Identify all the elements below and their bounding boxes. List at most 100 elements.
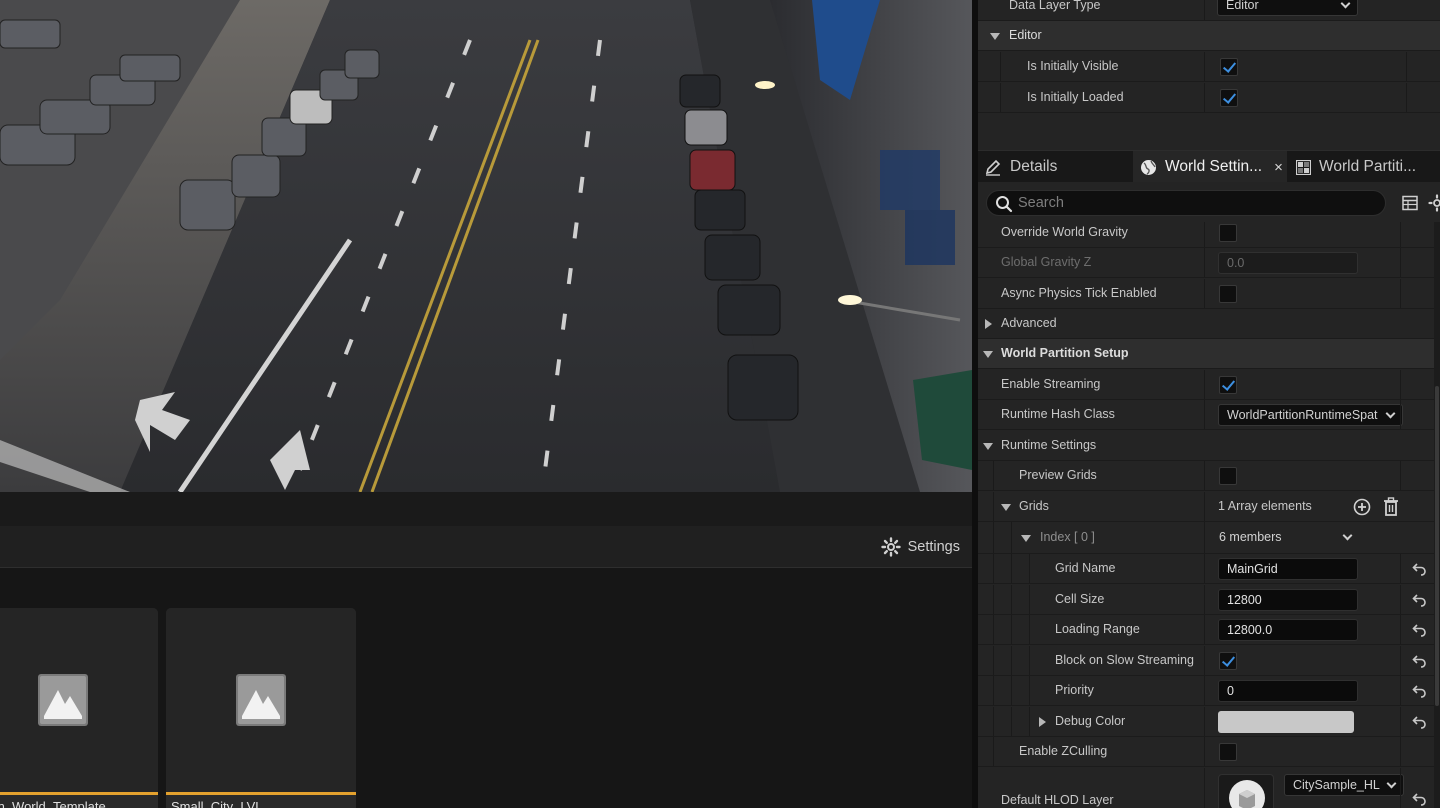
section-editor[interactable]: Editor	[978, 21, 1440, 51]
reset-to-default-icon[interactable]	[1412, 654, 1426, 668]
reset-cell	[1400, 279, 1434, 308]
asset-tile-small-city-lvl[interactable]: Small_City_LVL	[166, 608, 356, 808]
indent-guide	[1029, 585, 1030, 614]
preview-grids-checkbox[interactable]	[1219, 467, 1237, 485]
indent-guide	[1029, 707, 1030, 736]
tab-details[interactable]: Details	[984, 151, 1134, 183]
grid-name-field[interactable]: MainGrid	[1218, 558, 1358, 580]
index-members-value: 6 members	[1219, 530, 1282, 544]
world-settings-details: Override World Gravity Global Gravity Z …	[978, 222, 1440, 808]
chevron-down-icon	[1340, 0, 1351, 9]
close-icon[interactable]: ×	[1274, 159, 1283, 176]
runtime-hash-class-combo[interactable]: WorldPartitionRuntimeSpat	[1218, 404, 1403, 426]
indent-guide	[1029, 554, 1030, 583]
priority-label: Priority	[1055, 683, 1094, 697]
row-loading-range: Loading Range 12800.0	[978, 615, 1440, 645]
reset-to-default-icon[interactable]	[1412, 715, 1426, 729]
level-viewport[interactable]	[0, 0, 972, 492]
enable-streaming-checkbox[interactable]	[1219, 376, 1237, 394]
reset-to-default-icon[interactable]	[1412, 593, 1426, 607]
default-hlod-layer-combo[interactable]: CitySample_HL	[1284, 774, 1404, 796]
indent-guide	[993, 554, 994, 583]
indent-guide	[1011, 554, 1012, 583]
column-separator	[1204, 400, 1205, 429]
grid-name-label: Grid Name	[1055, 561, 1116, 575]
collapse-arrow-icon[interactable]	[1001, 504, 1011, 511]
reset-to-default-icon[interactable]	[1412, 623, 1426, 637]
city-street-scene	[0, 0, 972, 492]
row-global-gravity-z: Global Gravity Z 0.0	[978, 248, 1440, 278]
hlod-asset-icon	[1229, 780, 1265, 808]
content-browser: Settings Open_World_Template	[0, 526, 972, 808]
hlod-layer-thumbnail[interactable]	[1218, 774, 1274, 808]
default-hlod-layer-label: Default HLOD Layer	[1001, 793, 1114, 807]
override-world-gravity-checkbox[interactable]	[1219, 224, 1237, 242]
enable-zculling-checkbox[interactable]	[1219, 743, 1237, 761]
block-on-slow-streaming-label: Block on Slow Streaming	[1055, 653, 1194, 667]
row-default-hlod-layer: Default HLOD Layer CitySample_HL	[978, 768, 1440, 808]
preview-grids-label: Preview Grids	[1019, 468, 1097, 482]
priority-field[interactable]: 0	[1218, 680, 1358, 702]
editor-section-label: Editor	[1009, 28, 1042, 42]
tab-world-partition[interactable]: World Partiti...	[1296, 151, 1440, 183]
details-scrollbar[interactable]	[1434, 222, 1440, 808]
collapse-arrow-icon[interactable]	[1021, 535, 1031, 542]
chevron-down-icon	[1385, 408, 1396, 419]
indent-guide	[993, 585, 994, 614]
global-gravity-z-field[interactable]: 0.0	[1218, 252, 1358, 274]
section-runtime-settings[interactable]: Runtime Settings	[978, 431, 1440, 461]
column-separator	[1204, 768, 1205, 808]
scrollbar-thumb[interactable]	[1435, 386, 1439, 706]
column-separator	[1204, 461, 1205, 490]
reset-cell	[1406, 52, 1440, 81]
async-physics-tick-label: Async Physics Tick Enabled	[1001, 286, 1157, 300]
cell-size-label: Cell Size	[1055, 592, 1105, 606]
row-grids: Grids 1 Array elements	[978, 492, 1440, 522]
search-input[interactable]: Search	[986, 190, 1386, 216]
tab-world-settings[interactable]: World Settin... ×	[1133, 151, 1287, 183]
block-on-slow-streaming-checkbox[interactable]	[1219, 652, 1237, 670]
indent-guide	[993, 676, 994, 705]
gear-icon[interactable]	[1428, 194, 1440, 212]
row-priority: Priority 0	[978, 676, 1440, 706]
search-icon	[996, 196, 1013, 213]
indent-guide	[1011, 585, 1012, 614]
reset-cell	[1400, 707, 1434, 736]
expand-arrow-icon	[985, 319, 992, 329]
row-is-initially-visible: Is Initially Visible	[978, 52, 1440, 82]
reset-to-default-icon[interactable]	[1412, 684, 1426, 698]
settings-button[interactable]: Settings	[880, 534, 960, 560]
async-physics-tick-checkbox[interactable]	[1219, 285, 1237, 303]
cell-size-field[interactable]: 12800	[1218, 589, 1358, 611]
add-element-icon[interactable]	[1353, 498, 1371, 516]
reset-cell	[1400, 248, 1434, 277]
is-initially-visible-checkbox[interactable]	[1220, 58, 1238, 76]
section-world-partition-setup[interactable]: World Partition Setup	[978, 339, 1440, 369]
debug-color-swatch[interactable]	[1218, 711, 1354, 733]
search-placeholder: Search	[1018, 195, 1064, 211]
runtime-hash-class-label: Runtime Hash Class	[1001, 407, 1115, 421]
asset-tile-open-world-template[interactable]: Open_World_Template	[0, 608, 158, 808]
indent-guide	[993, 646, 994, 675]
is-initially-loaded-checkbox[interactable]	[1220, 89, 1238, 107]
reset-to-default-icon[interactable]	[1412, 562, 1426, 576]
details-tab-bar: Details World Settin... × World Partiti.…	[978, 150, 1440, 183]
loading-range-label: Loading Range	[1055, 622, 1140, 636]
trash-icon[interactable]	[1383, 497, 1399, 516]
asset-grid: Open_World_Template Small_City_LVL	[0, 568, 972, 808]
global-gravity-z-label: Global Gravity Z	[1001, 255, 1092, 269]
loading-range-field[interactable]: 12800.0	[1218, 619, 1358, 641]
row-data-layer-type: Data Layer Type Editor	[978, 0, 1440, 21]
data-layer-type-combo[interactable]: Editor	[1217, 0, 1358, 16]
column-separator	[1204, 492, 1205, 521]
table-view-icon[interactable]	[1402, 195, 1418, 211]
asset-name: Open_World_Template	[0, 799, 106, 808]
reset-to-default-icon[interactable]	[1412, 792, 1426, 806]
reset-cell	[1400, 222, 1434, 247]
index-members-combo[interactable]: 6 members	[1210, 526, 1360, 548]
indent-guide	[1011, 522, 1012, 553]
section-advanced[interactable]: Advanced	[978, 309, 1440, 339]
expand-arrow-icon[interactable]	[1039, 717, 1046, 727]
world-partition-icon	[1296, 159, 1311, 175]
globe-icon	[1141, 159, 1156, 175]
